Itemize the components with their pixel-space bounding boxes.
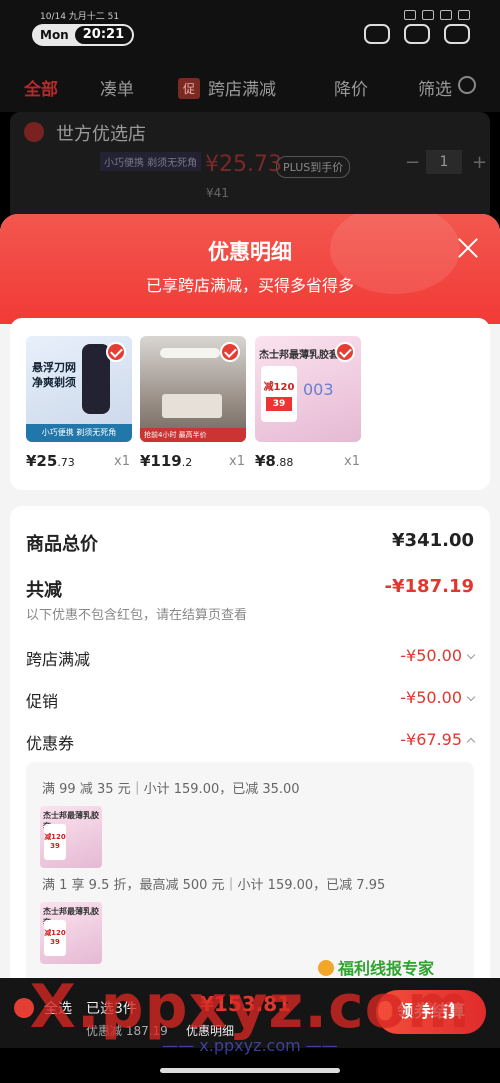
plus-price-badge: PLUS到手价	[276, 156, 351, 178]
lamp-image	[160, 348, 220, 358]
product-thumb-shaver[interactable]: 悬浮刀网 净爽剃须 小巧便携 剃须无死角	[26, 336, 132, 442]
coupon-thumb-box: 减120 39	[44, 824, 66, 860]
close-icon[interactable]	[456, 236, 480, 260]
sheet-header: 优惠明细 已享跨店满减，买得多省得多	[0, 214, 500, 324]
original-price: ¥41	[206, 186, 229, 200]
product-qty: x1	[344, 454, 360, 469]
check-icon	[106, 342, 126, 362]
coupon-row[interactable]: 优惠券 -¥67.95	[26, 730, 476, 754]
reduce-note: 以下优惠不包含红包，请在结算页查看	[26, 608, 248, 623]
coupon-line: 满 1 享 9.5 折，最高减 500 元｜小计 159.00，已减 7.95	[42, 878, 386, 893]
promo-box: 减120 39	[261, 366, 297, 422]
coupon-label: 优惠券	[26, 734, 75, 753]
home-bar[interactable]	[160, 1068, 340, 1073]
store-check-icon[interactable]	[24, 122, 44, 142]
store-name[interactable]: 世方优选店	[56, 120, 146, 146]
product-logo: 003	[303, 380, 334, 399]
coupon-value: -¥67.95	[400, 730, 476, 749]
price-dec: .73	[57, 456, 75, 469]
watermark-url: —— x.ppxyz.com ——	[162, 1036, 338, 1055]
promo-label: 促销	[26, 692, 59, 711]
tab-price-drop[interactable]: 降价	[334, 75, 368, 100]
status-date: 10/14 九月十二 51	[40, 12, 120, 22]
status-large-icons	[364, 24, 470, 44]
qty-minus-button[interactable]: −	[405, 152, 420, 173]
cart-filter-tabs: 全部 凑单 促跨店满减 降价 筛选	[0, 60, 500, 112]
sheet-subtitle: 已享跨店满减，买得多省得多	[145, 276, 354, 295]
promo-row[interactable]: 促销 -¥50.00	[26, 688, 476, 712]
search-icon[interactable]	[458, 76, 476, 94]
tab-all[interactable]: 全部	[24, 75, 58, 100]
qty-plus-button[interactable]: +	[472, 152, 487, 173]
product-qty: x1	[114, 454, 130, 469]
coupon-product-thumb[interactable]: 杰士邦最薄乳胶套 减120 39	[40, 806, 102, 868]
product-tag: 小巧便携 剃须无死角	[100, 152, 202, 171]
status-time-pill: Mon 20:21	[32, 24, 135, 46]
reduce-row: 共减 -¥187.19	[26, 576, 474, 601]
total-row: 商品总价 ¥341.00	[26, 530, 474, 555]
tab-cross-store[interactable]: 促跨店满减	[178, 75, 276, 100]
wifi-icon	[364, 24, 390, 44]
store-card: 世方优选店 小巧便携 剃须无死角 ¥25.73 PLUS到手价 − 1 + ¥4…	[10, 112, 490, 222]
status-day: Mon	[40, 28, 69, 42]
battery-small-icon	[458, 10, 470, 20]
coupon-amount: -¥67.95	[400, 730, 462, 749]
promo-badge: 促	[178, 78, 201, 99]
price-int: ¥119	[140, 452, 182, 470]
promo-box-text: 减120	[263, 382, 295, 393]
tab-filter[interactable]: 筛选	[418, 75, 452, 100]
coupon-product-thumb[interactable]: 杰士邦最薄乳胶套 减120 39	[40, 902, 102, 964]
price-int: ¥8	[255, 452, 276, 470]
discount-detail-sheet: 优惠明细 已享跨店满减，买得多省得多 悬浮刀网 净爽剃须 小巧便携 剃须无死角 …	[0, 214, 500, 1083]
tab-cross-store-label: 跨店满减	[208, 80, 277, 100]
product-price: ¥25.73	[26, 452, 75, 470]
product-thumb-brand: 杰士邦最薄乳胶套	[259, 350, 339, 361]
battery-icon	[444, 24, 470, 44]
chevron-up-icon	[466, 737, 476, 747]
reduce-value: -¥187.19	[384, 576, 474, 597]
watermark-large: X.ppxyz.com	[29, 972, 471, 1042]
product-thumb-foot: 抢前4小时 最高半价	[140, 428, 246, 442]
mute-icon	[440, 10, 452, 20]
tab-bundle[interactable]: 凑单	[100, 75, 134, 100]
status-bar: 10/14 九月十二 51 Mon 20:21	[0, 0, 500, 60]
settings-icon	[422, 10, 434, 20]
promo-value: -¥50.00	[400, 688, 476, 707]
product-thumb-condom[interactable]: 杰士邦最薄乳胶套 减120 39 003	[255, 336, 361, 442]
qty-value[interactable]: 1	[426, 150, 462, 174]
product-price: ¥119.2	[140, 452, 192, 470]
network-4g-icon	[404, 24, 430, 44]
price-dec: .88	[275, 456, 294, 469]
product-qty: x1	[229, 454, 245, 469]
reduce-label: 共减	[26, 580, 62, 601]
cross-store-value: -¥50.00	[400, 646, 476, 665]
selected-products-card: 悬浮刀网 净爽剃须 小巧便携 剃须无死角 抢前4小时 最高半价 杰士邦最薄乳胶套…	[10, 318, 490, 490]
product-thumb-foot: 小巧便携 剃须无死角	[26, 424, 132, 442]
cross-store-label: 跨店满减	[26, 650, 91, 669]
chevron-down-icon	[466, 650, 476, 660]
total-value: ¥341.00	[392, 530, 474, 551]
cross-store-amount: -¥50.00	[400, 646, 462, 665]
sim-icon	[404, 10, 416, 20]
promo-amount: -¥50.00	[400, 688, 462, 707]
product-price: ¥8.88	[255, 452, 293, 470]
cross-store-row[interactable]: 跨店满减 -¥50.00	[26, 646, 476, 670]
status-time: 20:21	[74, 26, 133, 44]
product-thumb-lamp[interactable]: 抢前4小时 最高半价	[140, 336, 246, 442]
product-price: ¥25.73	[205, 152, 282, 177]
promo-box-price: 39	[266, 397, 292, 411]
coupon-thumb-box: 减120 39	[44, 920, 66, 956]
check-icon	[220, 342, 240, 362]
status-small-icons	[404, 10, 470, 20]
total-label: 商品总价	[26, 534, 98, 555]
product-thumb-label: 悬浮刀网 净爽剃须	[32, 361, 76, 389]
price-int: ¥25	[26, 452, 58, 470]
bedroom-image	[162, 394, 222, 418]
chevron-down-icon	[466, 692, 476, 702]
sheet-title: 优惠明细	[208, 240, 292, 264]
price-dec: .2	[181, 456, 193, 469]
check-icon	[335, 342, 355, 362]
coupon-line: 满 99 减 35 元｜小计 159.00，已减 35.00	[42, 782, 300, 797]
